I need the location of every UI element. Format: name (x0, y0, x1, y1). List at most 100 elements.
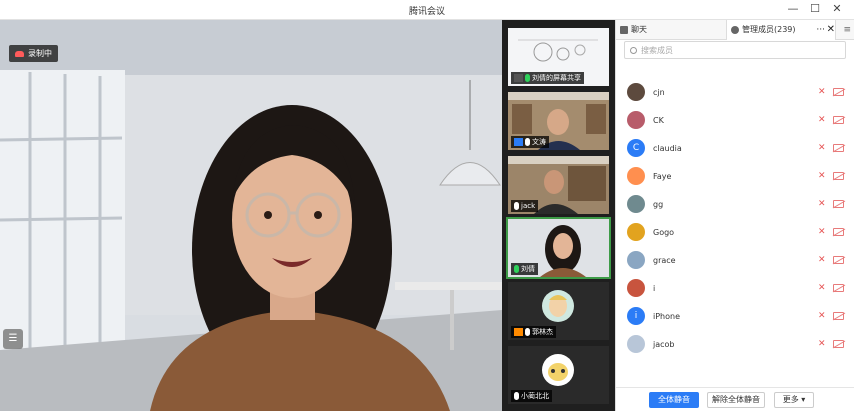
search-icon (630, 46, 637, 54)
window-title: 腾讯会议 (408, 7, 445, 17)
thumbnail-participant[interactable]: jack (508, 156, 609, 214)
camera-off-icon[interactable] (833, 172, 844, 180)
avatar (627, 111, 645, 129)
thumbnail-participant[interactable]: 文涛 (508, 92, 609, 150)
unmute-all-button[interactable]: 解除全体静音 (707, 392, 765, 408)
list-item[interactable]: gg ✕ (616, 190, 854, 218)
mic-muted-icon[interactable]: ✕ (818, 115, 826, 125)
tab-members-label: 管理成员(239) (742, 25, 796, 34)
list-item[interactable]: i ✕ (616, 274, 854, 302)
recording-label: 录制中 (28, 49, 52, 58)
camera-off-icon[interactable] (833, 200, 844, 208)
more-button[interactable]: 更多 ▾ (774, 392, 814, 408)
maximize-button[interactable]: ☐ (808, 2, 822, 16)
mic-muted-icon[interactable]: ✕ (818, 255, 826, 265)
list-item[interactable]: cjn ✕ (616, 78, 854, 106)
list-item[interactable]: grace ✕ (616, 246, 854, 274)
mic-muted-icon[interactable]: ✕ (818, 171, 826, 181)
tab-chat[interactable]: 聊天 (620, 20, 647, 40)
member-search[interactable] (624, 41, 846, 59)
mic-muted-icon[interactable]: ✕ (818, 311, 826, 321)
mic-muted-icon[interactable]: ✕ (818, 227, 826, 237)
avatar (627, 251, 645, 269)
thumbnail-label: 小蔺北北 (511, 390, 552, 402)
camera-off-icon[interactable] (833, 312, 844, 320)
member-name: gg (653, 199, 664, 209)
cloud-record-icon (15, 50, 24, 57)
user-icon (514, 328, 523, 336)
avatar (627, 223, 645, 241)
mic-icon (514, 392, 519, 400)
title-bar: 腾讯会议 — ☐ ✕ (0, 0, 854, 20)
close-button[interactable]: ✕ (830, 2, 844, 16)
members-panel: 聊天 管理成员(239) ··· ✕ ≡ cjn ✕ CK ✕ C claudi… (615, 20, 854, 411)
list-item[interactable]: jacob ✕ (616, 330, 854, 358)
chat-icon (620, 26, 628, 34)
member-name: i (653, 283, 656, 293)
video-thumbnail-column: 刘倩的屏幕共享 文涛 jack 刘倩 郭林杰 小蔺北北 (502, 20, 615, 411)
thumbnail-name: 刘倩的屏幕共享 (532, 74, 581, 82)
avatar (627, 335, 645, 353)
close-panel-button[interactable]: ✕ (827, 20, 835, 40)
mic-icon (525, 138, 530, 146)
list-item[interactable]: CK ✕ (616, 106, 854, 134)
list-item[interactable]: i iPhone ✕ (616, 302, 854, 330)
menu-icon[interactable]: ≡ (843, 20, 851, 40)
camera-off-icon[interactable] (833, 144, 844, 152)
thumbnail-active-speaker[interactable]: 刘倩 (506, 217, 611, 279)
member-name: jacob (653, 339, 675, 349)
thumbnail-label: 刘倩的屏幕共享 (511, 72, 584, 84)
minimize-button[interactable]: — (786, 2, 800, 16)
user-icon (514, 138, 523, 146)
camera-off-icon[interactable] (833, 284, 844, 292)
user-icon (731, 26, 739, 34)
avatar: i (627, 307, 645, 325)
avatar (627, 167, 645, 185)
camera-off-icon[interactable] (833, 340, 844, 348)
member-name: Gogo (653, 227, 675, 237)
thumbnail-name: 刘倩 (521, 265, 535, 273)
mic-icon (525, 74, 530, 82)
camera-off-icon[interactable] (833, 228, 844, 236)
thumbnail-name: jack (521, 202, 536, 210)
avatar (627, 279, 645, 297)
thumbnail-screen-share[interactable]: 刘倩的屏幕共享 (508, 28, 609, 86)
panel-footer: 全体静音 解除全体静音 更多 ▾ (616, 387, 854, 411)
camera-off-icon[interactable] (833, 116, 844, 124)
mic-icon (525, 328, 530, 336)
camera-off-icon[interactable] (833, 88, 844, 96)
list-item[interactable]: Gogo ✕ (616, 218, 854, 246)
list-icon[interactable]: ☰ (3, 329, 23, 349)
mute-all-button[interactable]: 全体静音 (649, 392, 699, 408)
member-name: grace (653, 255, 676, 265)
mic-muted-icon[interactable]: ✕ (818, 339, 826, 349)
member-name: Faye (653, 171, 672, 181)
mic-muted-icon[interactable]: ✕ (818, 87, 826, 97)
mic-icon (514, 265, 519, 273)
avatar: C (627, 139, 645, 157)
mic-muted-icon[interactable]: ✕ (818, 143, 826, 153)
thumbnail-label: 文涛 (511, 136, 549, 148)
mic-muted-icon[interactable]: ✕ (818, 199, 826, 209)
thumbnail-name: 小蔺北北 (521, 392, 549, 400)
list-item[interactable]: C claudia ✕ (616, 134, 854, 162)
search-input[interactable] (641, 45, 831, 55)
list-item[interactable]: Faye ✕ (616, 162, 854, 190)
recording-badge[interactable]: 录制中 (9, 45, 58, 62)
thumbnail-participant[interactable]: 郭林杰 (508, 282, 609, 340)
more-icon[interactable]: ··· (816, 20, 825, 40)
member-name: CK (653, 115, 664, 125)
thumbnail-label: 郭林杰 (511, 326, 556, 338)
mic-muted-icon[interactable]: ✕ (818, 283, 826, 293)
main-speaker-video[interactable]: 录制中 ☰ 刘倩 (0, 20, 502, 411)
avatar (627, 83, 645, 101)
camera-off-icon[interactable] (833, 256, 844, 264)
tab-chat-label: 聊天 (631, 25, 647, 34)
thumbnail-label: jack (511, 200, 539, 212)
thumbnail-label: 刘倩 (511, 263, 538, 275)
mic-icon (514, 202, 519, 210)
avatar (627, 195, 645, 213)
thumbnail-name: 文涛 (532, 138, 546, 146)
screen-share-icon (514, 74, 523, 82)
thumbnail-participant[interactable]: 小蔺北北 (508, 346, 609, 404)
